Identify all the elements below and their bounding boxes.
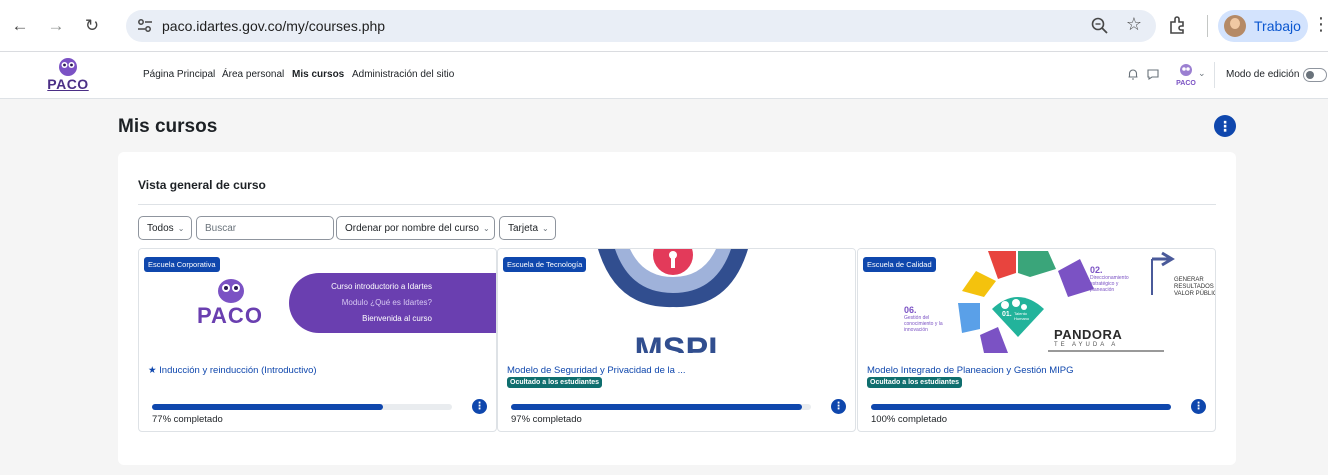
page-title: Mis cursos <box>118 116 218 137</box>
site-logo[interactable]: PACO <box>46 56 90 94</box>
section-divider <box>138 204 1216 205</box>
banner-brand: PANDORA <box>1054 327 1123 342</box>
search-input[interactable]: Buscar <box>196 216 334 240</box>
browser-toolbar: ← → ↻ paco.idartes.gov.co/my/courses.php… <box>0 0 1328 52</box>
course-card[interactable]: PACO Curso introductorio a Idartes Modul… <box>138 248 497 432</box>
course-card[interactable]: MSPI Escuela de Tecnología Modelo de Seg… <box>497 248 856 432</box>
messages-icon[interactable] <box>1146 67 1160 81</box>
banner-logo-text: PACO <box>197 303 263 328</box>
nav-link-home[interactable]: Página Principal <box>143 69 215 80</box>
svg-text:PACO: PACO <box>1176 80 1196 87</box>
course-actions-icon[interactable]: ⋮ <box>1191 399 1206 414</box>
banner-label-02: 02. <box>1090 265 1103 275</box>
course-card[interactable]: 06. Gestión del conocimiento y la innova… <box>857 248 1216 432</box>
nav-link-my-courses[interactable]: Mis cursos <box>292 69 344 80</box>
progress-bar <box>871 404 1171 410</box>
url-text[interactable]: paco.idartes.gov.co/my/courses.php <box>162 18 385 34</box>
site-info-icon[interactable] <box>136 17 154 35</box>
course-name[interactable]: Inducción y reinducción (Introductivo) <box>159 365 316 376</box>
profile-name: Trabajo <box>1254 18 1301 34</box>
banner-label-06-text: Gestión del conocimiento y la innovación <box>904 315 943 333</box>
banner-panel: Curso introductorio a Idartes Modulo ¿Qu… <box>289 273 496 333</box>
grouping-dropdown[interactable]: Todos ⌄ <box>138 216 192 240</box>
nav-link-dashboard[interactable]: Área personal <box>222 69 284 80</box>
sort-dropdown[interactable]: Ordenar por nombre del curso ⌄ <box>336 216 495 240</box>
nav-link-site-admin[interactable]: Administración del sitio <box>352 69 454 80</box>
bell-icon[interactable] <box>1126 67 1140 81</box>
banner-label-02-text: Direccionamiento estratégico y planeació… <box>1090 275 1129 293</box>
extensions-icon[interactable] <box>1166 14 1188 36</box>
svg-text:MSPI: MSPI <box>634 331 717 353</box>
progress-fill <box>871 404 1171 410</box>
page-actions-icon[interactable]: ⋮ <box>1214 115 1236 137</box>
course-overview-block: Vista general de curso Todos ⌄ Buscar Ord… <box>118 152 1236 465</box>
progress-bar <box>152 404 452 410</box>
zoom-icon[interactable] <box>1090 16 1110 36</box>
section-title: Vista general de curso <box>138 178 266 192</box>
banner-right-text: GENERAR RESULTADOS Y VALOR PÚBLICO <box>1174 277 1215 297</box>
site-navbar: PACO Página Principal Área personal Mis … <box>0 52 1328 99</box>
edit-mode-label: Modo de edición <box>1226 69 1300 80</box>
back-icon[interactable]: ← <box>8 14 32 38</box>
progress-bar <box>511 404 811 410</box>
logo-text: PACO <box>47 76 89 92</box>
category-badge: Escuela Corporativa <box>144 257 220 272</box>
banner-label-01-text: Talento Humano <box>1014 311 1030 321</box>
browser-menu-icon[interactable]: ⋮ <box>1312 14 1328 35</box>
category-badge: Escuela de Calidad <box>863 257 936 272</box>
profile-button[interactable]: Trabajo <box>1218 10 1308 42</box>
banner-line-1: Curso introductorio a Idartes <box>331 282 432 291</box>
course-name-link[interactable]: ★ Inducción y reinducción (Introductivo) <box>148 365 317 376</box>
banner-line-3: Bienvenida al curso <box>362 314 432 323</box>
reload-icon[interactable]: ↻ <box>80 14 104 38</box>
toolbar-divider <box>1207 15 1208 37</box>
progress-text: 97% completado <box>511 414 582 425</box>
progress-text: 77% completado <box>152 414 223 425</box>
banner-line-2: Modulo ¿Qué es Idartes? <box>341 298 432 307</box>
navbar-divider <box>1214 62 1215 88</box>
edit-mode-toggle[interactable] <box>1303 68 1327 82</box>
star-icon: ★ <box>148 365 157 376</box>
forward-icon[interactable]: → <box>44 14 68 38</box>
course-actions-icon[interactable]: ⋮ <box>472 399 487 414</box>
banner-label-01: 01. <box>1002 311 1012 318</box>
address-bar[interactable]: paco.idartes.gov.co/my/courses.php ☆ <box>126 10 1156 42</box>
chevron-down-icon[interactable]: ⌄ <box>1198 68 1206 79</box>
hidden-status-badge: Ocultado a los estudiantes <box>867 377 963 388</box>
category-badge: Escuela de Tecnología <box>503 257 587 272</box>
view-dropdown[interactable]: Tarjeta ⌄ <box>499 216 556 240</box>
toggle-knob <box>1306 71 1314 79</box>
banner-label-06: 06. <box>904 305 917 315</box>
user-menu-avatar[interactable]: PACO <box>1174 62 1198 88</box>
course-name[interactable]: Modelo Integrado de Planeacion y Gestión… <box>867 365 1073 376</box>
course-actions-icon[interactable]: ⋮ <box>831 399 846 414</box>
progress-fill <box>511 404 802 410</box>
progress-fill <box>152 404 383 410</box>
avatar <box>1224 15 1246 37</box>
bookmark-star-icon[interactable]: ☆ <box>1126 14 1142 35</box>
banner-brand-sub: TE AYUDA A <box>1054 342 1119 348</box>
hidden-status-badge: Ocultado a los estudiantes <box>507 377 603 388</box>
course-name[interactable]: Modelo de Seguridad y Privacidad de la .… <box>507 365 686 376</box>
progress-text: 100% completado <box>871 414 948 425</box>
